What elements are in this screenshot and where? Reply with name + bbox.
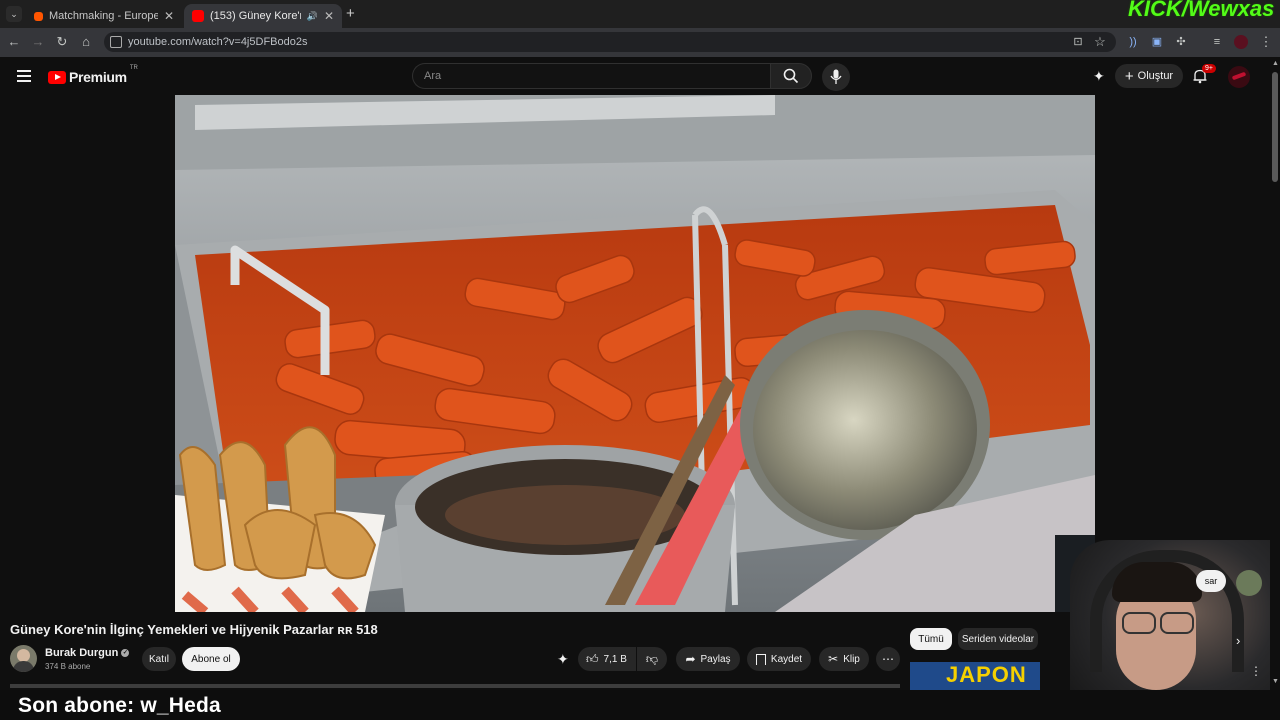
create-label: Oluştur <box>1137 70 1174 82</box>
channel-name-text: Burak Durgun <box>45 647 119 659</box>
extension-audio-icon[interactable]: )) <box>1125 35 1141 49</box>
save-label: Kaydet <box>770 653 803 665</box>
browser-tab-matchmaking[interactable]: Matchmaking - Europe 5v5 Qu ✕ <box>26 4 182 28</box>
share-icon: ➦ <box>685 652 696 666</box>
join-button[interactable]: Katıl <box>142 647 176 671</box>
reload-icon[interactable]: ↻ <box>54 35 70 49</box>
voice-search-button[interactable] <box>822 63 850 91</box>
youtube-logo[interactable]: Premium TR <box>48 65 138 85</box>
more-actions-button[interactable]: ⋯ <box>876 647 900 671</box>
verified-icon: ✓ <box>121 649 130 658</box>
video-frame <box>175 95 1095 612</box>
last-subscriber-text: Son abone: w_Heda <box>18 694 221 717</box>
video-title-suffix: ʀʀ 518 <box>337 622 378 637</box>
video-title: Güney Kore'nin İlginç Yemekleri ve Hijye… <box>10 622 378 637</box>
subscribe-label: Abone ol <box>191 653 231 665</box>
clip-button[interactable]: ✂ Klip <box>819 647 869 671</box>
subscribe-button[interactable]: Abone ol <box>182 647 240 671</box>
logo-text: Premium <box>69 69 127 85</box>
side-popup-label: sar <box>1204 576 1218 586</box>
notification-count-badge: 9+ <box>1202 64 1216 73</box>
youtube-play-icon <box>48 70 66 84</box>
more-horizontal-icon: ⋯ <box>882 652 894 666</box>
thumbnail-text: JAPON <box>946 662 1027 687</box>
profile-avatar[interactable] <box>1234 35 1248 49</box>
premium-feature-icon[interactable]: ✦ <box>557 651 569 668</box>
search-placeholder: Ara <box>424 70 442 82</box>
extensions-icon[interactable]: ✣ <box>1173 35 1189 49</box>
tab-title: (153) Güney Kore'nin İlginç <box>210 10 301 22</box>
browser-tab-youtube[interactable]: (153) Güney Kore'nin İlginç 🔊 ✕ <box>184 4 342 28</box>
youtube-favicon-icon <box>192 10 204 22</box>
like-count: 7,1 B <box>603 653 627 665</box>
thumbs-down-icon: 👎︎ <box>645 651 659 666</box>
save-button[interactable]: Kaydet <box>747 647 811 671</box>
notifications-button[interactable]: 9+ <box>1192 64 1216 86</box>
account-avatar[interactable] <box>1228 66 1250 88</box>
recommended-video-thumbnail[interactable]: JAPON <box>910 662 1040 690</box>
channel-avatar[interactable] <box>10 645 37 672</box>
recommended-more-icon[interactable]: ⋮ <box>1250 664 1262 678</box>
chip-label: Tümü <box>918 633 944 645</box>
tab-close-icon[interactable]: ✕ <box>164 9 174 23</box>
search-button[interactable] <box>770 63 812 89</box>
video-progress-track[interactable] <box>10 684 900 688</box>
kick-logo: KICK/Wewxas <box>1128 0 1275 21</box>
dislike-button[interactable]: 👎︎ <box>637 647 667 671</box>
forward-icon[interactable]: → <box>30 35 46 49</box>
back-icon[interactable]: ← <box>6 35 22 49</box>
chip-series-videos[interactable]: Seriden videolar <box>958 628 1038 650</box>
home-icon[interactable]: ⌂ <box>78 35 94 49</box>
search-input[interactable]: Ara <box>412 63 770 89</box>
hamburger-menu-icon[interactable] <box>17 70 31 82</box>
new-tab-button[interactable]: + <box>346 5 355 22</box>
glasses-icon <box>1122 612 1156 634</box>
premium-feature-icon[interactable]: ✦ <box>1093 68 1105 85</box>
thumbs-up-icon: 👍︎ <box>586 651 599 666</box>
bookmark-icon <box>755 653 766 665</box>
video-title-text: Güney Kore'nin İlginç Yemekleri ve Hijye… <box>10 622 334 637</box>
tab-close-icon[interactable]: ✕ <box>324 9 334 23</box>
faceit-favicon-icon <box>34 11 43 21</box>
tab-search-icon[interactable]: ⌄ <box>6 6 22 22</box>
translate-icon[interactable]: ▣ <box>1149 35 1165 49</box>
browser-menu-icon[interactable]: ⋮ <box>1258 35 1274 49</box>
bookmark-star-icon[interactable]: ☆ <box>1092 35 1108 49</box>
tab-title: Matchmaking - Europe 5v5 Qu <box>49 10 158 22</box>
subscriber-count: 374 B abone <box>45 662 91 671</box>
plus-icon: + <box>1124 67 1134 85</box>
share-label: Paylaş <box>700 653 731 665</box>
chips-next-icon[interactable]: › <box>1236 633 1240 648</box>
logo-region: TR <box>129 65 138 71</box>
url-text[interactable]: youtube.com/watch?v=4j5DFBodo2s <box>128 36 307 48</box>
scrollbar-thumb[interactable] <box>1272 72 1278 182</box>
join-label: Katıl <box>148 653 169 665</box>
side-popup-pill[interactable]: sar <box>1196 570 1226 592</box>
clip-label: Klip <box>843 653 860 665</box>
share-button[interactable]: ➦ Paylaş <box>676 647 740 671</box>
scissors-icon: ✂ <box>828 652 839 666</box>
like-button[interactable]: 👍︎ 7,1 B <box>578 647 636 671</box>
microphone-icon <box>830 69 842 84</box>
site-info-icon[interactable] <box>110 36 122 48</box>
video-player[interactable] <box>175 95 1095 612</box>
chip-all[interactable]: Tümü <box>910 628 952 650</box>
chip-label: Seriden videolar <box>961 633 1035 645</box>
browser-tab-strip: ⌄ Matchmaking - Europe 5v5 Qu ✕ (153) Gü… <box>0 0 1280 28</box>
create-button[interactable]: + Oluştur <box>1115 64 1183 88</box>
speaker-icon[interactable]: 🔊 <box>307 11 318 22</box>
search-icon <box>783 68 799 84</box>
side-popup-avatar[interactable] <box>1236 570 1262 596</box>
channel-name[interactable]: Burak Durgun ✓ <box>45 647 130 659</box>
install-app-icon[interactable]: ⊡ <box>1070 35 1086 49</box>
page-scrollbar[interactable]: ▲ ▼ <box>1270 60 1280 690</box>
media-control-icon[interactable]: ≡ <box>1209 35 1225 49</box>
